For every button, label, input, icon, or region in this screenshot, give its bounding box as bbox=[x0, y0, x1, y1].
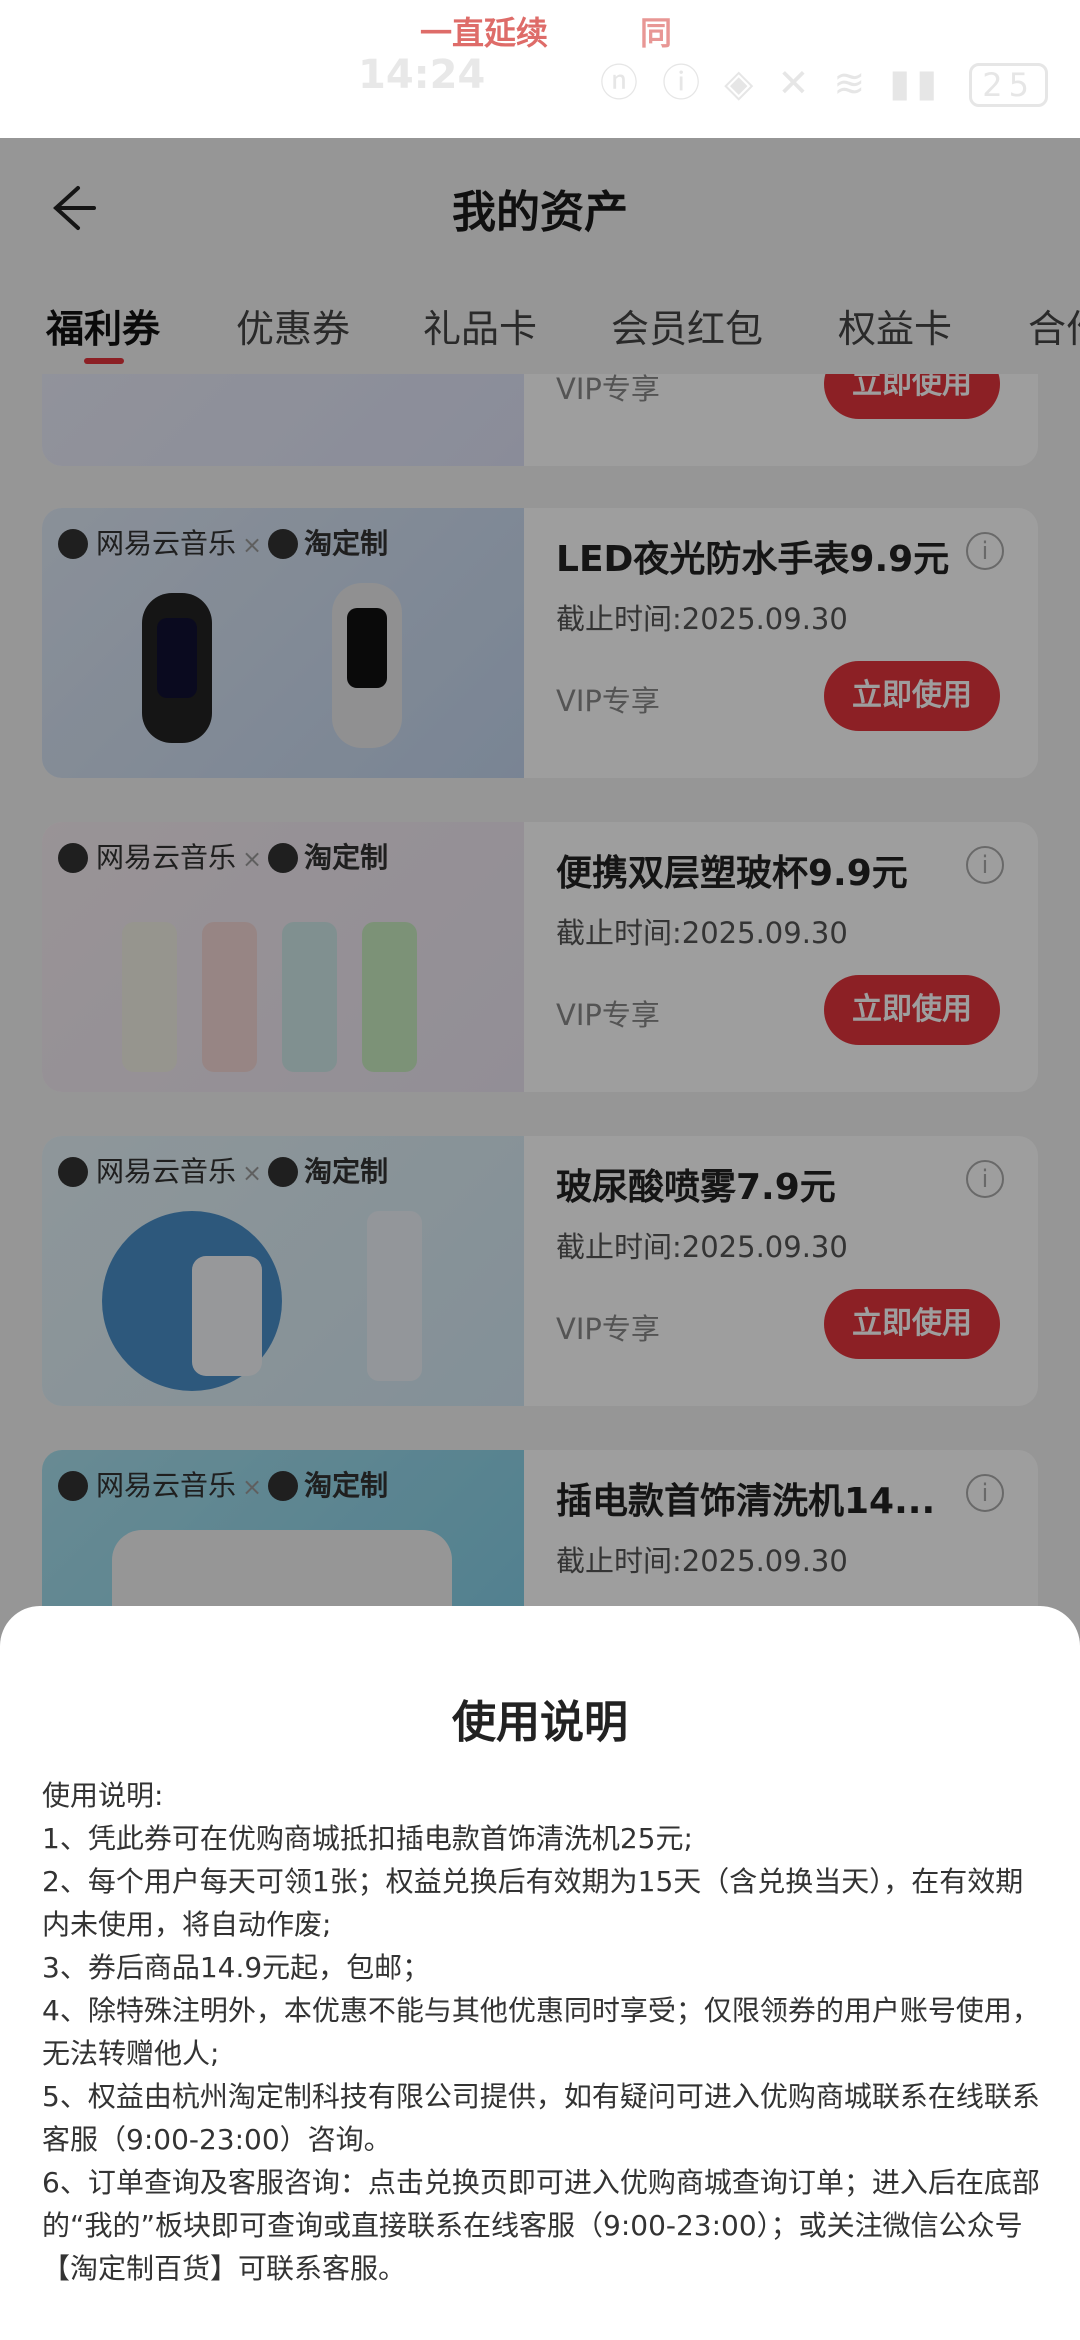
status-icon-glyphs: ⓝ ⓘ ◈ ✕ ≋ ▮▮ bbox=[600, 61, 944, 105]
sheet-title: 使用说明 bbox=[452, 1697, 628, 1748]
instruction-line: 使用说明: bbox=[42, 1779, 164, 1812]
instruction-line: 5、权益由杭州淘定制科技有限公司提供，如有疑问可进入优购商城联系在线联系客服（9… bbox=[42, 2080, 1040, 2156]
instruction-line: 6、订单查询及客服咨询：点击兑换页即可进入优购商城查询订单；进入后在底部的“我的… bbox=[42, 2166, 1040, 2285]
instruction-line: 3、券后商品14.9元起，包邮； bbox=[42, 1951, 431, 1984]
usage-instructions-sheet: 使用说明 使用说明: 1、凭此券可在优购商城抵扣插电款首饰清洗机25元; 2、每… bbox=[0, 1606, 1080, 2340]
instruction-line: 4、除特殊注明外，本优惠不能与其他优惠同时享受；仅限领券的用户账号使用，无法转赠… bbox=[42, 1994, 1040, 2070]
status-time: 14:24 bbox=[358, 52, 486, 98]
status-bar: 一直延续 同 14:24 ⓝ ⓘ ◈ ✕ ≋ ▮▮ 25 bbox=[0, 0, 1080, 138]
battery-icon: 25 bbox=[969, 63, 1048, 107]
instruction-line: 1、凭此券可在优购商城抵扣插电款首饰清洗机25元; bbox=[42, 1822, 693, 1855]
instruction-line: 2、每个用户每天可领1张；权益兑换后有效期为15天（含兑换当天），在有效期内未使… bbox=[42, 1865, 1024, 1941]
notification-marquee-text-2: 同 bbox=[640, 14, 673, 52]
instructions-text: 使用说明: 1、凭此券可在优购商城抵扣插电款首饰清洗机25元; 2、每个用户每天… bbox=[42, 1774, 1042, 2290]
battery-level: 25 bbox=[982, 66, 1035, 104]
notification-marquee-text: 一直延续 bbox=[420, 14, 549, 52]
status-icons: ⓝ ⓘ ◈ ✕ ≋ ▮▮ 25 bbox=[600, 52, 1048, 107]
